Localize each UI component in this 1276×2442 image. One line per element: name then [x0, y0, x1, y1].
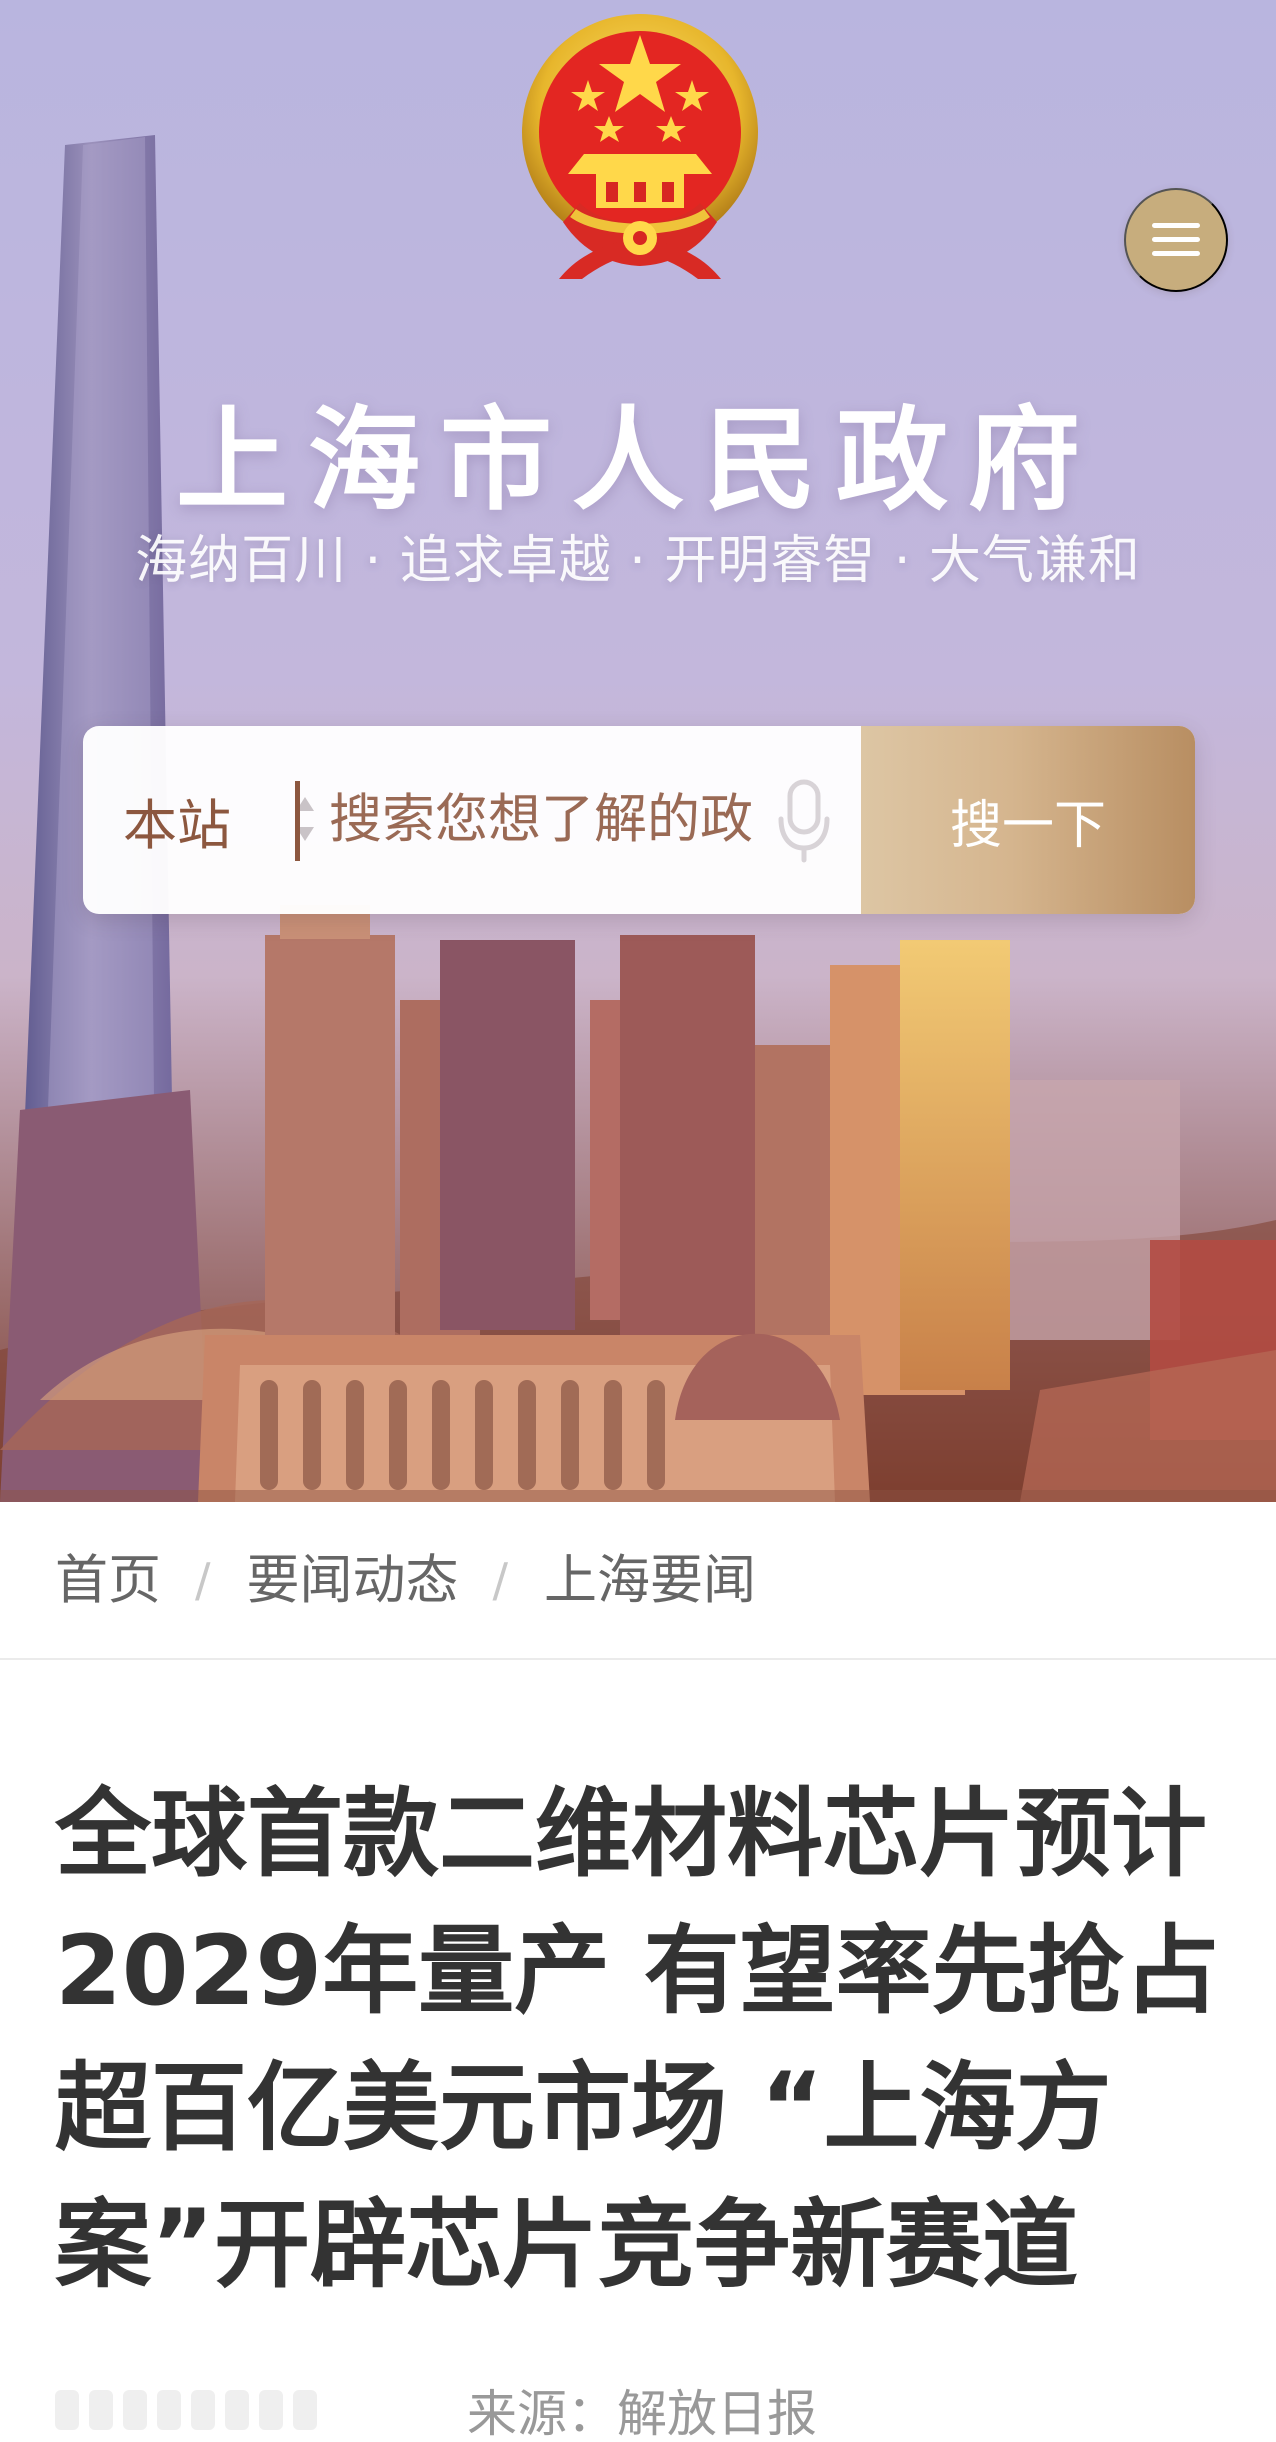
search-divider: [295, 781, 300, 861]
hero-banner: 上海市人民政府 海纳百川 · 追求卓越 · 开明睿智 · 大气谦和 本站 搜一下: [0, 0, 1276, 1502]
article-source: 解放日报: [617, 2385, 817, 2442]
scope-arrows-icon: [296, 797, 314, 841]
page: 上海市人民政府 海纳百川 · 追求卓越 · 开明睿智 · 大气谦和 本站 搜一下…: [0, 0, 1276, 2442]
site-title: 上海市人民政府: [176, 396, 1100, 527]
search-form: 本站 搜一下: [83, 726, 1195, 914]
source-label: 来源：: [467, 2385, 617, 2442]
breadcrumb-shanghai-news-link[interactable]: 上海要闻: [544, 1554, 756, 1607]
microphone-icon[interactable]: [771, 774, 837, 868]
search-button[interactable]: 搜一下: [861, 726, 1195, 914]
hamburger-menu-icon: [1152, 223, 1200, 257]
search-input[interactable]: [329, 772, 759, 867]
breadcrumb-separator: /: [195, 1553, 211, 1607]
breadcrumb: 首页 / 要闻动态 / 上海要闻: [0, 1502, 1276, 1660]
article-title: 全球首款二维材料芯片预计2029年量产 有望率先抢占超百亿美元市场 “上海方案”…: [55, 1778, 1220, 2301]
blurred-metadata: [55, 2388, 327, 2432]
national-emblem-icon: [522, 14, 758, 279]
search-scope-label: 本站: [123, 793, 231, 857]
site-slogan: 海纳百川 · 追求卓越 · 开明睿智 · 大气谦和: [135, 531, 1141, 591]
breadcrumb-news-dynamics-link[interactable]: 要闻动态: [247, 1554, 459, 1607]
menu-button[interactable]: [1124, 188, 1228, 292]
article-meta: 来源： 解放日报: [55, 2378, 1225, 2442]
search-scope-select[interactable]: 本站: [123, 726, 314, 914]
breadcrumb-home-link[interactable]: 首页: [55, 1554, 161, 1607]
breadcrumb-separator: /: [492, 1553, 509, 1607]
